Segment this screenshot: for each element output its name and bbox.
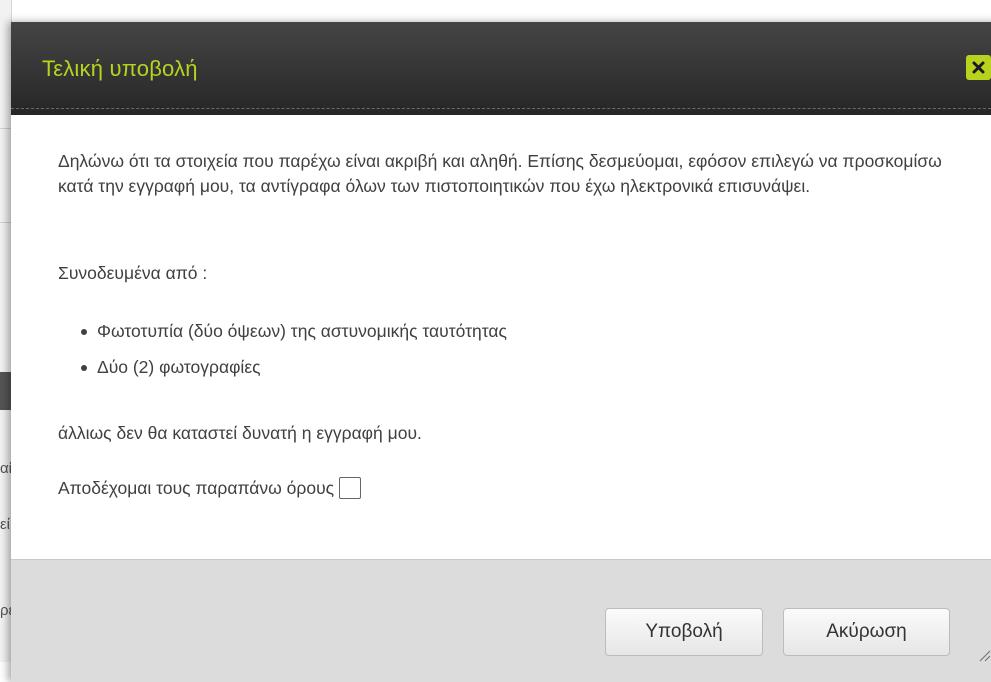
resize-grip-icon[interactable] [977, 648, 991, 662]
dialog-titlebar[interactable]: Τελική υποβολή [11, 22, 991, 115]
close-x-icon [972, 61, 985, 74]
final-submission-dialog: Τελική υποβολή Δηλώνω ότι τα στοιχεία πο… [11, 22, 991, 682]
dialog-body: Δηλώνω ότι τα στοιχεία που παρέχω είναι … [11, 115, 991, 559]
close-button[interactable] [966, 55, 991, 80]
declaration-paragraph: Δηλώνω ότι τα στοιχεία που παρέχω είναι … [58, 151, 942, 196]
accompanied-by-text: Συνοδευμένα από : [58, 263, 208, 283]
dialog-footer: Υποβολή Ακύρωση [11, 559, 991, 682]
dialog-title: Τελική υποβολή [42, 56, 198, 81]
accept-terms-row: Αποδέχομαι τους παραπάνω όρους [58, 477, 362, 499]
accept-terms-checkbox[interactable] [339, 477, 362, 499]
required-documents-list: Φωτοτυπία (δύο όψεων) της αστυνομικής τα… [81, 319, 507, 391]
warning-text: άλλιως δεν θα καταστεί δυνατή η εγγραφή … [58, 423, 422, 443]
list-item: Φωτοτυπία (δύο όψεων) της αστυνομικής τα… [81, 319, 507, 355]
list-item: Δύο (2) φωτογραφίες [81, 355, 507, 391]
cancel-button[interactable]: Ακύρωση [783, 608, 950, 656]
accept-terms-label[interactable]: Αποδέχομαι τους παραπάνω όρους [58, 478, 334, 499]
submit-button[interactable]: Υποβολή [605, 608, 763, 656]
